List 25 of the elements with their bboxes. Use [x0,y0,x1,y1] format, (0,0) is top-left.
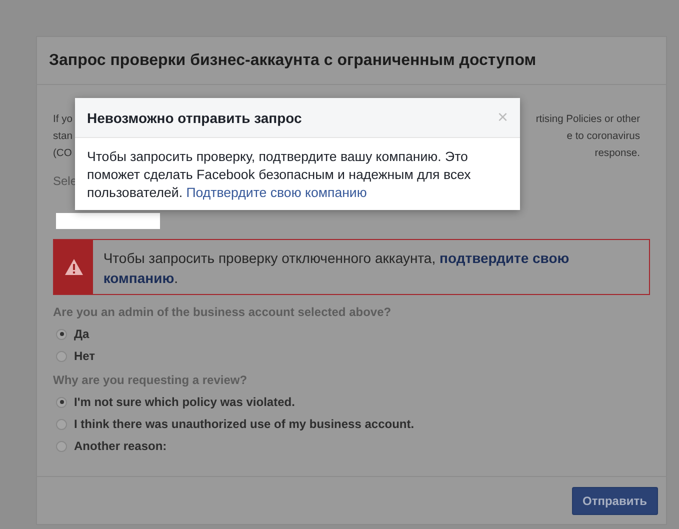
select-field[interactable] [56,213,160,229]
intro-text: rtising Policies or other [536,113,640,127]
option-label: Да [74,327,90,341]
option-label: Нет [74,349,96,363]
option-label: I'm not sure which policy was violated. [74,395,295,409]
alert-text: Чтобы запросить проверку отключенного аккаунта, подтвердите свою компанию. [102,249,570,288]
intro-text: stan [53,130,72,144]
card-title: Запрос проверки бизнес-аккаунта с ограниченным доступом [49,52,536,70]
radio-button[interactable] [56,440,67,452]
option-label: I think there was unauthorized use of my business account. [74,417,414,431]
radio-button[interactable] [56,350,67,362]
radio-button[interactable] [56,418,67,430]
intro-text: If yo [53,113,72,127]
question-label: Why are you requesting a review? [53,373,248,387]
radio-button[interactable] [56,328,67,340]
submit-button[interactable]: Отправить [572,486,658,514]
question-label: Are you an admin of the business account selected above? [53,305,392,319]
dialog-title: Невозможно отправить запрос [87,110,302,126]
dialog-message: Чтобы запросить проверку, подтвердите вашу компанию. Это поможет сделать Facebook безопасным и надежным для всех пользователей. Подтвердите свою компанию [86,148,472,202]
intro-text: e to coronavirus [566,130,640,144]
intro-text: (CO [53,147,72,161]
radio-button[interactable] [56,396,67,408]
verify-link[interactable]: Подтвердите свою компанию [186,185,367,200]
intro-text: response. [594,147,640,161]
option-label: Another reason: [74,439,167,453]
